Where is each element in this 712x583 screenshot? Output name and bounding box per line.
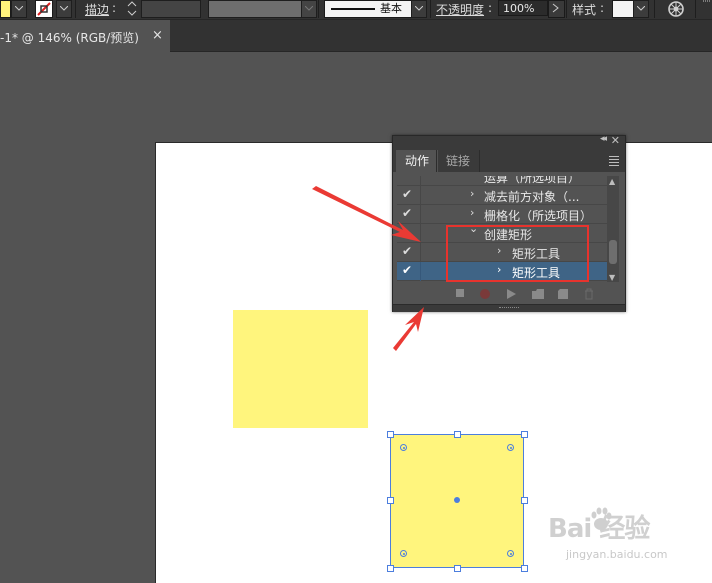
resize-handle-bottom-right[interactable] — [521, 565, 528, 572]
brush-dropdown[interactable] — [411, 0, 427, 18]
corner-widget-top-left[interactable] — [400, 444, 407, 451]
chevron-right-icon — [552, 3, 559, 13]
list-item[interactable]: ✔ › 减去前方对象（... — [397, 186, 607, 205]
stroke-color-swatch[interactable] — [35, 0, 53, 18]
stroke-dropdown[interactable] — [56, 0, 72, 18]
action-label: 栅格化（所选项目） — [484, 209, 593, 223]
divider — [75, 0, 76, 18]
stepper-arrows-icon — [127, 1, 137, 16]
toggle-checkmark-icon[interactable] — [402, 225, 416, 240]
toggle-checkmark-icon[interactable]: ✔ — [402, 206, 416, 221]
tab-actions[interactable]: 动作 — [396, 150, 439, 172]
corner-widget-top-right[interactable] — [507, 444, 514, 451]
divider — [430, 0, 431, 18]
expand-arrow-icon[interactable]: › — [470, 206, 474, 219]
highlight-box — [446, 225, 589, 282]
panel-menu-icon[interactable] — [609, 156, 619, 168]
close-icon[interactable]: × — [152, 28, 163, 43]
actions-panel: ◂◂ ✕ 动作 链接 运算（所选项目） ✔ › 减去前方对象（... ✔ › 栅… — [392, 134, 626, 312]
recolor-artwork-icon[interactable] — [666, 0, 686, 18]
resize-handle-bottom[interactable] — [454, 565, 461, 572]
scrollbar[interactable]: ▲ ▼ — [607, 176, 619, 282]
variable-width-profile[interactable] — [208, 0, 302, 18]
resize-handle-top-right[interactable] — [521, 431, 528, 438]
toggle-checkmark-icon[interactable]: ✔ — [402, 187, 416, 202]
list-item[interactable]: 运算（所选项目） — [397, 176, 607, 186]
opacity-slider-button[interactable] — [548, 0, 565, 18]
opacity-label[interactable]: 不透明度 — [436, 1, 484, 18]
panel-header[interactable]: ◂◂ ✕ — [393, 134, 625, 148]
opacity-colon: : — [488, 1, 493, 15]
panel-tabs: 动作 链接 — [393, 148, 625, 172]
profile-dropdown[interactable] — [301, 0, 317, 18]
action-label: 运算（所选项目） — [484, 176, 581, 185]
toggle-checkmark-icon[interactable] — [402, 176, 416, 183]
scroll-up-icon[interactable]: ▲ — [609, 177, 615, 186]
fill-color-swatch[interactable] — [0, 0, 11, 18]
resize-handle-top[interactable] — [454, 431, 461, 438]
resize-handle-bottom-left[interactable] — [387, 565, 394, 572]
brush-definition-field[interactable]: 基本 — [324, 0, 412, 18]
style-colon: : — [600, 1, 605, 15]
brush-name: 基本 — [380, 2, 402, 15]
close-icon[interactable]: ✕ — [611, 134, 620, 147]
document-tab-title: -1* @ 146% (RGB/预览) — [0, 31, 139, 45]
stroke-weight-stepper[interactable] — [125, 0, 139, 17]
divider — [654, 0, 655, 18]
style-label: 样式 — [572, 3, 597, 17]
opacity-input[interactable]: 100% — [498, 0, 548, 16]
resize-handle-right[interactable] — [521, 497, 528, 504]
tab-links[interactable]: 链接 — [436, 150, 481, 172]
new-action-icon[interactable] — [557, 288, 569, 300]
toggle-checkmark-icon[interactable]: ✔ — [402, 244, 416, 259]
list-item[interactable]: ✔ › 栅格化（所选项目） — [397, 205, 607, 224]
corner-widget-bottom-right[interactable] — [507, 550, 514, 557]
divider — [318, 0, 319, 18]
yellow-rectangle[interactable] — [233, 310, 368, 428]
center-point — [454, 497, 460, 503]
brush-stroke-preview — [331, 8, 375, 10]
resize-handle-top-left[interactable] — [387, 431, 394, 438]
folder-icon[interactable] — [531, 288, 545, 300]
document-tab-bar: -1* @ 146% (RGB/预览) × — [0, 19, 712, 53]
expand-arrow-icon[interactable]: › — [470, 187, 474, 200]
collapse-icon[interactable]: ◂◂ — [600, 134, 607, 144]
no-stroke-icon — [37, 2, 51, 16]
graphic-style-swatch[interactable] — [612, 0, 634, 18]
fill-dropdown[interactable] — [11, 0, 27, 18]
play-icon[interactable] — [505, 288, 517, 300]
document-tab[interactable]: -1* @ 146% (RGB/预览) × — [0, 20, 170, 53]
resize-handle-left[interactable] — [387, 497, 394, 504]
align-corner-icon[interactable] — [702, 0, 712, 10]
paw-logo-icon — [591, 507, 612, 530]
watermark-url: jingyan.baidu.com — [566, 548, 668, 561]
scroll-thumb[interactable] — [609, 240, 617, 264]
style-dropdown[interactable] — [633, 0, 649, 18]
stop-icon[interactable] — [455, 288, 465, 298]
corner-widget-bottom-left[interactable] — [400, 550, 407, 557]
trash-icon[interactable] — [583, 288, 595, 300]
control-bar: 描边 : 基本 不透明度 : 100% 样式 : — [0, 0, 712, 19]
stroke-weight-label[interactable]: 描边 — [85, 1, 109, 18]
action-label: 减去前方对象（... — [484, 190, 580, 204]
stroke-weight-input[interactable] — [141, 0, 201, 18]
stroke-weight-colon: : — [112, 1, 117, 15]
record-icon[interactable] — [479, 288, 491, 300]
scroll-down-icon[interactable]: ▼ — [609, 273, 615, 282]
divider — [695, 0, 696, 18]
divider — [566, 0, 567, 18]
panel-resize-grip[interactable] — [393, 304, 625, 312]
panel-footer — [393, 284, 625, 304]
toggle-checkmark-icon[interactable]: ✔ — [402, 263, 416, 278]
